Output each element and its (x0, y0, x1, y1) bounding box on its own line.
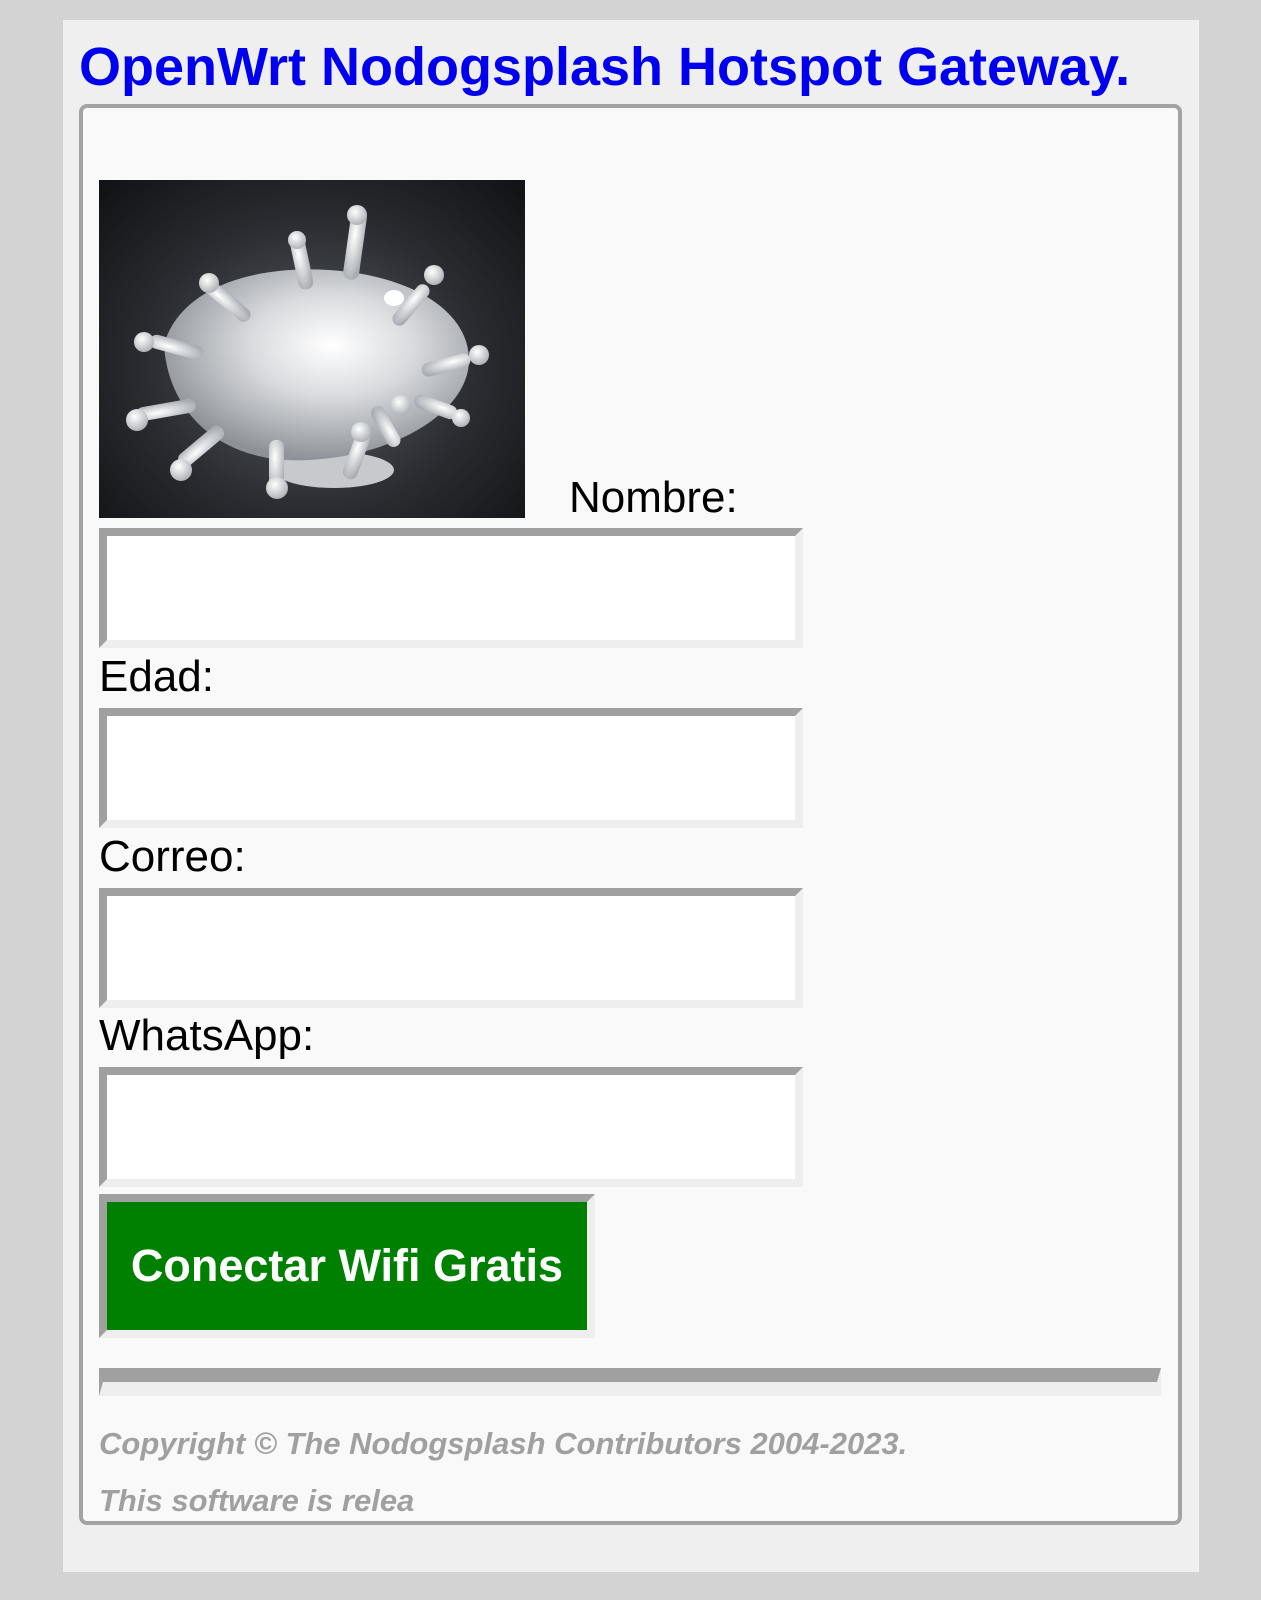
conectar-wifi-button[interactable]: Conectar Wifi Gratis (107, 1202, 587, 1330)
edad-input[interactable] (99, 708, 803, 828)
submit-button-frame: Conectar Wifi Gratis (99, 1194, 595, 1338)
horizontal-rule (99, 1368, 1161, 1396)
nombre-input[interactable] (99, 528, 803, 648)
correo-label: Correo: (99, 832, 246, 881)
milk-splash-icon (126, 205, 489, 499)
correo-input[interactable] (99, 888, 803, 1008)
page-container: OpenWrt Nodogsplash Hotspot Gateway. Nom… (63, 20, 1199, 1572)
license-text: This software is relea (99, 1483, 415, 1518)
copyright-text: Copyright © The Nodogsplash Contributors… (99, 1426, 908, 1461)
whatsapp-input[interactable] (99, 1067, 803, 1187)
splash-panel: Nombre: Edad: Correo: WhatsApp: Conectar… (79, 104, 1182, 1525)
page-title: OpenWrt Nodogsplash Hotspot Gateway. (79, 37, 1131, 97)
milk-splash-image (99, 180, 525, 518)
nombre-label: Nombre: (569, 473, 738, 522)
whatsapp-label: WhatsApp: (99, 1011, 315, 1060)
edad-label: Edad: (99, 652, 214, 701)
